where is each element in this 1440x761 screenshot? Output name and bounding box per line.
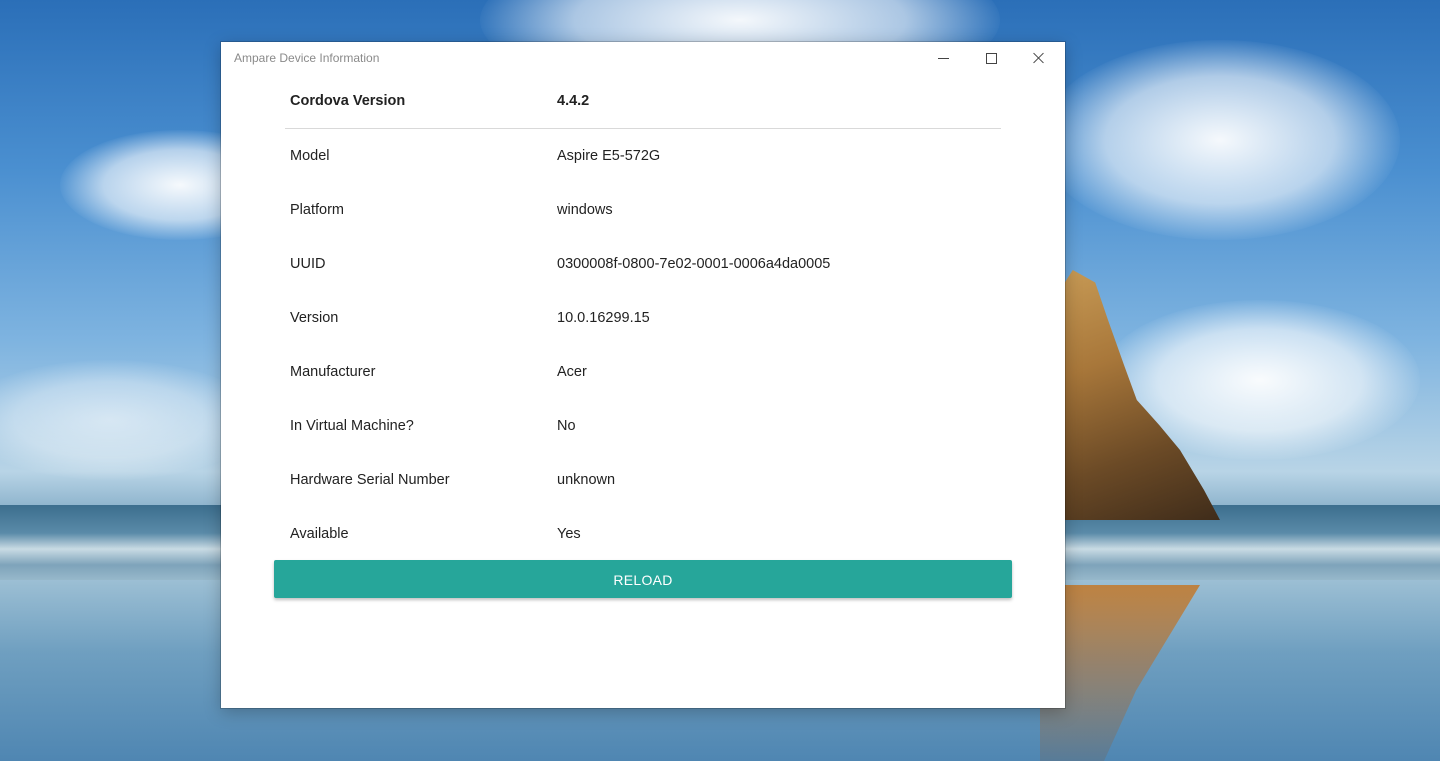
table-row: In Virtual Machine? No <box>285 399 1001 453</box>
window-titlebar[interactable]: Ampare Device Information <box>221 42 1065 74</box>
table-row: Version 10.0.16299.15 <box>285 291 1001 345</box>
row-label: Platform <box>290 202 344 218</box>
row-value: Yes <box>557 526 581 542</box>
row-label: Version <box>290 310 339 326</box>
minimize-icon <box>937 57 949 59</box>
row-value: Acer <box>557 364 587 380</box>
row-value: 0300008f-0800-7e02-0001-0006a4da0005 <box>557 256 831 272</box>
table-row: UUID 0300008f-0800-7e02-0001-0006a4da000… <box>285 237 1001 291</box>
row-label: Manufacturer <box>290 364 376 380</box>
table-row: Platform windows <box>285 183 1001 237</box>
row-label: Available <box>290 526 349 542</box>
close-button[interactable] <box>1015 42 1063 74</box>
reload-button[interactable]: RELOAD <box>274 560 1012 598</box>
row-label: UUID <box>290 256 326 272</box>
row-value: Aspire E5-572G <box>557 148 661 164</box>
row-label: Model <box>290 148 330 164</box>
header-value: 4.4.2 <box>557 93 590 109</box>
row-value: 10.0.16299.15 <box>557 310 650 326</box>
table-row: Model Aspire E5-572G <box>285 129 1001 183</box>
row-label: In Virtual Machine? <box>290 418 414 434</box>
table-header-row: Cordova Version 4.4.2 <box>285 74 1001 129</box>
desktop-wallpaper: Ampare Device Information Cordova Versio… <box>0 0 1440 761</box>
app-window: Ampare Device Information Cordova Versio… <box>221 42 1065 708</box>
wallpaper-cloud <box>1040 40 1400 240</box>
window-title: Ampare Device Information <box>234 51 380 65</box>
row-value: windows <box>557 202 613 218</box>
maximize-icon <box>985 52 997 64</box>
device-info-table: Cordova Version 4.4.2 Model Aspire E5-57… <box>285 74 1001 561</box>
table-row: Manufacturer Acer <box>285 345 1001 399</box>
table-row: Hardware Serial Number unknown <box>285 453 1001 507</box>
row-label: Hardware Serial Number <box>290 472 450 488</box>
header-label: Cordova Version <box>290 93 406 109</box>
table-row: Available Yes <box>285 507 1001 561</box>
close-icon <box>1033 52 1045 64</box>
row-value: unknown <box>557 472 616 488</box>
maximize-button[interactable] <box>967 42 1015 74</box>
row-value: No <box>557 418 576 434</box>
minimize-button[interactable] <box>919 42 967 74</box>
